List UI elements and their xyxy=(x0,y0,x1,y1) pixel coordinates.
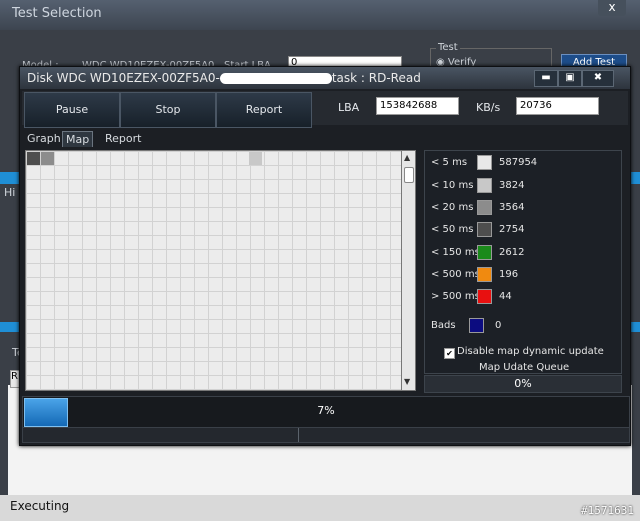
map-scrollbar[interactable]: ▲ ▼ xyxy=(401,150,416,391)
legend-count: 3564 xyxy=(499,202,525,213)
status-text: Executing xyxy=(10,499,70,513)
test-selection-titlebar: Test Selection xyxy=(0,0,640,30)
tab-map[interactable]: Map xyxy=(62,131,94,147)
legend-count: 3824 xyxy=(499,180,525,191)
tab-report[interactable]: Report xyxy=(102,131,144,146)
legend-swatch xyxy=(477,245,492,260)
accent-stripe-left-2 xyxy=(0,322,20,332)
tab-graph[interactable]: Graph xyxy=(24,131,64,146)
legend-count: 2612 xyxy=(499,247,525,258)
legend-threshold: < 5 ms xyxy=(431,157,468,168)
legend-threshold: > 500 ms xyxy=(431,291,480,302)
legend-swatch xyxy=(477,222,492,237)
accent-stripe-left xyxy=(0,172,20,184)
scroll-down-icon[interactable]: ▼ xyxy=(404,377,410,386)
scroll-thumb[interactable] xyxy=(404,167,414,183)
progress-percent: 7% xyxy=(317,404,335,417)
map-queue-progress: 0% xyxy=(424,375,622,393)
dialog-title-prefix: Disk WDC WD10EZEX-00ZF5A0- xyxy=(27,71,220,85)
dialog-title-suffix: task : RD-Read xyxy=(331,71,421,85)
status-bar: Executing xyxy=(0,495,640,521)
scroll-up-icon[interactable]: ▲ xyxy=(404,153,410,162)
legend-swatch xyxy=(477,200,492,215)
kbs-field[interactable]: 20736 xyxy=(516,97,599,115)
surface-map-grid xyxy=(25,150,403,391)
legend-threshold: < 20 ms xyxy=(431,202,474,213)
stop-button[interactable]: Stop xyxy=(120,92,216,128)
redaction-mark xyxy=(219,73,332,84)
maximize-icon[interactable]: ▣ xyxy=(558,70,582,87)
report-button[interactable]: Report xyxy=(216,92,312,128)
legend-count: 196 xyxy=(499,269,519,280)
close-icon[interactable]: ✖ xyxy=(582,70,614,87)
minimize-icon[interactable]: ▬ xyxy=(534,70,558,87)
legend-count: 587954 xyxy=(499,157,538,168)
legend-threshold: Bads xyxy=(431,320,456,331)
legend-threshold: < 150 ms xyxy=(431,247,480,258)
legend-count: 2754 xyxy=(499,224,525,235)
bg-tab-label: R xyxy=(11,371,18,382)
legend-swatch xyxy=(477,267,492,282)
watermark: #1571631 xyxy=(581,504,634,517)
latency-legend: < 5 ms 587954 < 10 ms 3824 < 20 ms 3564 < 50 m… xyxy=(424,150,622,374)
window-title: Test Selection xyxy=(12,6,102,21)
kbs-label: KB/s xyxy=(476,101,501,114)
legend-count: 44 xyxy=(499,291,512,302)
legend-count: 0 xyxy=(495,320,502,331)
legend-swatch xyxy=(477,155,492,170)
dynamic-update-label: Disable map dynamic update xyxy=(457,346,604,357)
legend-swatch xyxy=(469,318,484,333)
map-queue-label: Map Udate Queue xyxy=(479,362,570,373)
map-cell-slow xyxy=(27,152,40,165)
dialog-status-bar xyxy=(22,427,630,443)
map-cell-medium xyxy=(41,152,54,165)
bg-hi-label: Hi xyxy=(4,186,16,199)
dialog-toolbar: Pause Stop Report LBA 153842688 KB/s 207… xyxy=(22,91,628,128)
dynamic-update-checkbox[interactable]: ✔ xyxy=(444,348,455,359)
legend-threshold: < 500 ms xyxy=(431,269,480,280)
pause-button[interactable]: Pause xyxy=(24,92,120,128)
lba-label: LBA xyxy=(338,101,360,114)
legend-swatch xyxy=(477,178,492,193)
lba-field[interactable]: 153842688 xyxy=(376,97,459,115)
map-cell-light xyxy=(249,152,262,165)
legend-swatch xyxy=(477,289,492,304)
scan-progress-bar: 7% xyxy=(22,396,630,428)
dialog-titlebar: Disk WDC WD10EZEX-00ZF5A0- task : RD-Read… xyxy=(20,67,630,89)
legend-threshold: < 10 ms xyxy=(431,180,474,191)
status-divider xyxy=(298,428,299,442)
test-group-label: Test xyxy=(436,42,460,53)
dialog-title: Disk WDC WD10EZEX-00ZF5A0- task : RD-Read xyxy=(27,71,421,85)
close-icon[interactable]: x xyxy=(598,0,626,16)
legend-threshold: < 50 ms xyxy=(431,224,474,235)
disk-task-dialog: Disk WDC WD10EZEX-00ZF5A0- task : RD-Read… xyxy=(19,66,631,446)
